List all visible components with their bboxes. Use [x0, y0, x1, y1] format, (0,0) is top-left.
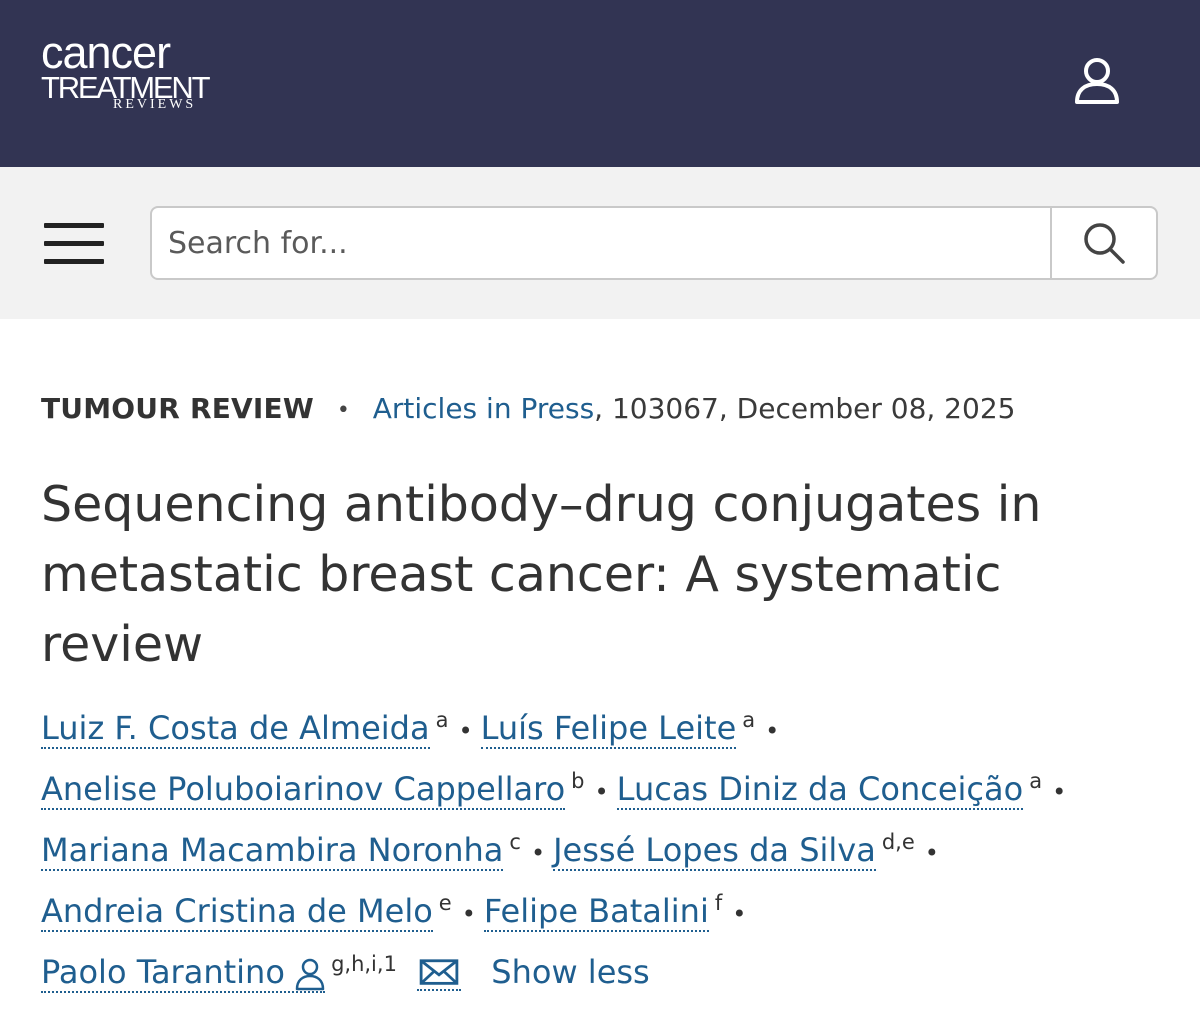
hamburger-menu-icon: [44, 241, 104, 246]
author-separator: •: [1052, 778, 1067, 806]
journal-logo[interactable]: cancer TREATMENT REVIEWS: [41, 27, 211, 112]
author-affiliation: c: [509, 830, 521, 855]
author-separator: •: [732, 900, 747, 928]
author-name-link[interactable]: Anelise Poluboiarinov Cappellaro: [41, 770, 566, 810]
author-affiliation: d,e: [881, 830, 915, 855]
author-row: Luiz F. Costa de Almeida a • Luís Felipe Le…: [41, 698, 1171, 759]
article-title: Sequencing antibody–drug conjugates in m…: [41, 476, 1042, 673]
author-name-link[interactable]: Mariana Macambira Noronha: [41, 831, 504, 871]
search-icon: [1084, 223, 1125, 264]
author-list: Luiz F. Costa de Almeida a • Luís Felipe Le…: [41, 698, 1171, 1003]
author-separator: •: [461, 900, 476, 928]
author-name-link[interactable]: Luiz F. Costa de Almeida: [41, 709, 430, 749]
site-header: cancer TREATMENT REVIEWS: [0, 0, 1200, 167]
author-separator: •: [458, 717, 473, 745]
search-input[interactable]: [152, 208, 1052, 278]
author-affiliation: g,h,i,1: [331, 952, 397, 977]
hamburger-menu-icon: [44, 259, 104, 264]
user-account-button[interactable]: [1070, 54, 1124, 108]
author-name-link[interactable]: Paolo Tarantino: [41, 953, 326, 993]
person-icon: [295, 958, 325, 991]
author-separator: •: [765, 717, 780, 745]
author-affiliation: a: [742, 708, 756, 733]
show-less-toggle[interactable]: Show less: [491, 953, 649, 991]
meta-separator: •: [336, 397, 350, 423]
author-row: Anelise Poluboiarinov Cappellaro b • Lucas …: [41, 759, 1171, 820]
email-envelope-icon[interactable]: [417, 957, 462, 991]
author-name-link[interactable]: Andreia Cristina de Melo: [41, 892, 433, 932]
search-submit-button[interactable]: [1050, 208, 1156, 278]
issue-details: , 103067, December 08, 2025: [594, 392, 1016, 425]
author-name-link[interactable]: Jessé Lopes da Silva: [553, 831, 876, 871]
corresponding-author-name: Paolo Tarantino: [41, 953, 285, 991]
author-affiliation: a: [1029, 769, 1043, 794]
author-affiliation: e: [438, 891, 452, 916]
author-affiliation: b: [571, 769, 585, 794]
section-label: TUMOUR REVIEW: [41, 392, 314, 425]
articles-in-press-link[interactable]: Articles in Press: [373, 392, 594, 425]
author-row: Paolo Tarantino g,h,i,1 Show less: [41, 942, 1171, 1003]
author-name-link[interactable]: Luís Felipe Leite: [480, 709, 737, 749]
author-name-link[interactable]: Lucas Diniz da Conceição: [616, 770, 1024, 810]
author-affiliation: a: [435, 708, 449, 733]
author-separator: •: [530, 839, 546, 867]
hamburger-menu-icon: [44, 223, 104, 228]
hamburger-menu-button[interactable]: [40, 217, 108, 269]
user-account-icon: [1075, 58, 1119, 104]
author-row: Mariana Macambira Noronha c • Jessé Lopes d…: [41, 820, 1171, 881]
author-name-link[interactable]: Felipe Batalini: [483, 892, 709, 932]
author-separator: •: [924, 839, 939, 867]
logo-word-cancer: cancer: [41, 27, 171, 78]
author-row: Andreia Cristina de Melo e • Felipe Batalin…: [41, 881, 1171, 942]
search-box: [150, 206, 1158, 280]
author-affiliation: f: [714, 891, 723, 916]
article-meta: TUMOUR REVIEW • Articles in Press, 10306…: [41, 392, 1015, 425]
author-separator: •: [594, 778, 609, 806]
